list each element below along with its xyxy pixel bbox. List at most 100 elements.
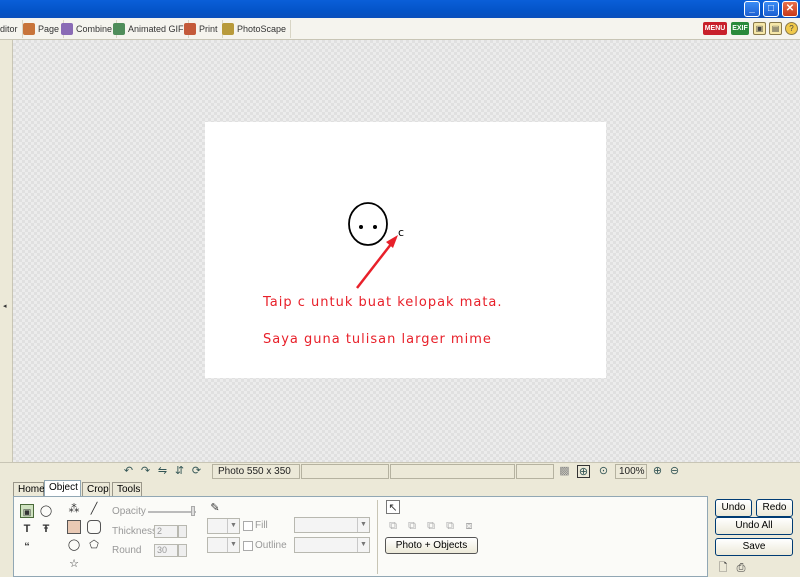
chevron-down-icon: ▼ bbox=[227, 538, 239, 552]
refresh-icon[interactable]: ⟳ bbox=[190, 465, 203, 478]
quote-icon[interactable]: “ bbox=[20, 540, 34, 554]
minimize-button[interactable]: _ bbox=[744, 1, 760, 17]
opacity-slider[interactable] bbox=[148, 511, 196, 513]
outline-color-combo[interactable]: ▼ bbox=[207, 537, 240, 553]
round-spinner[interactable] bbox=[178, 544, 187, 557]
left-eye bbox=[359, 225, 363, 229]
outline-label: Outline bbox=[255, 540, 287, 551]
title-bar: _ □ ✕ bbox=[0, 0, 800, 18]
send-back-icon[interactable]: ⧉ bbox=[405, 519, 419, 533]
tab-object[interactable]: Object bbox=[44, 480, 81, 497]
thickness-input[interactable]: 2 bbox=[154, 525, 178, 538]
right-eye bbox=[373, 225, 377, 229]
ungroup-icon[interactable]: ⧈ bbox=[462, 519, 476, 533]
status-field-3 bbox=[390, 464, 515, 479]
outline-style-combo[interactable]: ▼ bbox=[294, 537, 370, 553]
rotate-left-icon[interactable]: ↶ bbox=[122, 465, 135, 478]
collapse-arrow-icon[interactable]: ◂ bbox=[3, 302, 7, 310]
text-style-icon[interactable]: Ŧ bbox=[39, 522, 53, 536]
text-tool-icon[interactable]: T bbox=[20, 522, 34, 536]
rectangle-tool-icon[interactable] bbox=[67, 520, 81, 534]
opacity-slider-thumb[interactable] bbox=[191, 506, 195, 516]
printer-icon[interactable]: ⎙ bbox=[734, 561, 748, 575]
photo-canvas[interactable]: c Taip c untuk buat kelopak mata. Saya g… bbox=[205, 122, 606, 378]
zoom-out-icon[interactable]: ⊖ bbox=[668, 465, 681, 478]
tab-print-label: Print bbox=[199, 24, 218, 34]
window-icon[interactable]: ▤ bbox=[769, 22, 782, 35]
annotation-arrow-head bbox=[386, 235, 398, 248]
zoom-actual-icon[interactable]: ⊙ bbox=[597, 465, 610, 478]
page-icon bbox=[23, 23, 35, 35]
fill-checkbox[interactable] bbox=[243, 521, 253, 531]
print-icon bbox=[184, 23, 196, 35]
save-button[interactable]: Save bbox=[715, 538, 793, 556]
instruction-text-1: Taip c untuk buat kelopak mata. bbox=[263, 295, 503, 310]
close-button[interactable]: ✕ bbox=[782, 1, 798, 17]
eyedropper-icon[interactable]: ✎ bbox=[208, 501, 222, 515]
tab-home[interactable]: Home bbox=[13, 482, 45, 497]
exif-button[interactable]: EXIF bbox=[731, 22, 749, 35]
panel-divider bbox=[377, 500, 378, 574]
star-tool-icon[interactable]: ☆ bbox=[67, 557, 81, 571]
polygon-tool-icon[interactable]: ⬠ bbox=[87, 538, 101, 552]
thickness-label: Thickness bbox=[112, 526, 158, 537]
photo-object-icon[interactable]: ▣ bbox=[20, 504, 34, 518]
bottom-panel: Home Object Crop Tools ▣ ◯ T Ŧ “ ⁂ ╱ ◯ ⬠… bbox=[0, 479, 800, 577]
round-input[interactable]: 30 bbox=[154, 544, 178, 557]
magic-wand-icon[interactable]: ⁂ bbox=[67, 502, 81, 516]
chevron-down-icon: ▼ bbox=[357, 538, 369, 552]
flip-vertical-icon[interactable]: ⇵ bbox=[173, 465, 186, 478]
eyelid-c-char: c bbox=[398, 226, 404, 239]
select-pointer-icon[interactable]: ↖ bbox=[386, 500, 400, 514]
folder-icon[interactable]: ▣ bbox=[753, 22, 766, 35]
maximize-button[interactable]: □ bbox=[763, 1, 779, 17]
bring-forward-icon[interactable]: ⧉ bbox=[424, 519, 438, 533]
new-file-icon[interactable]: 🗋 bbox=[716, 561, 730, 575]
round-label: Round bbox=[112, 545, 142, 556]
tab-animated-gif[interactable]: Animated GIF bbox=[109, 20, 189, 38]
object-panel: ▣ ◯ T Ŧ “ ⁂ ╱ ◯ ⬠ ☆ Opacity Thickness 2 … bbox=[13, 496, 708, 577]
photo-objects-button[interactable]: Photo + Objects bbox=[385, 537, 478, 554]
tab-crop[interactable]: Crop bbox=[82, 482, 110, 497]
outline-checkbox[interactable] bbox=[243, 541, 253, 551]
zoom-fit-icon[interactable]: ⊕ bbox=[577, 465, 590, 478]
help-icon[interactable]: ? bbox=[785, 22, 798, 35]
status-bar: ↶ ↷ ⇋ ⇵ ⟳ Photo 550 x 350 ▩ ⊕ ⊙ 100% ⊕ ⊖ bbox=[0, 462, 800, 479]
menu-button[interactable]: MENU bbox=[703, 22, 727, 35]
zoom-in-icon[interactable]: ⊕ bbox=[651, 465, 664, 478]
photoscape-icon bbox=[222, 23, 234, 35]
bring-front-icon[interactable]: ⧉ bbox=[386, 519, 400, 533]
undo-button[interactable]: Undo bbox=[715, 499, 752, 517]
rotate-right-icon[interactable]: ↷ bbox=[139, 465, 152, 478]
status-field-2 bbox=[301, 464, 389, 479]
tab-print[interactable]: Print bbox=[180, 20, 223, 38]
chevron-down-icon: ▼ bbox=[357, 518, 369, 532]
chevron-down-icon: ▼ bbox=[227, 519, 239, 533]
thickness-spinner[interactable] bbox=[178, 525, 187, 538]
tab-photoscape[interactable]: PhotoScape bbox=[218, 20, 292, 38]
annotation-arrow-line bbox=[356, 238, 396, 289]
fill-color-combo[interactable]: ▼ bbox=[207, 518, 240, 534]
redo-button[interactable]: Redo bbox=[756, 499, 793, 517]
tab-editor-label: ditor bbox=[0, 24, 18, 34]
flip-horizontal-icon[interactable]: ⇋ bbox=[156, 465, 169, 478]
instruction-text-2: Saya guna tulisan larger mime bbox=[263, 332, 492, 347]
fill-style-combo[interactable]: ▼ bbox=[294, 517, 370, 533]
status-field-4 bbox=[516, 464, 554, 479]
tab-combine-label: Combine bbox=[76, 24, 113, 34]
zoom-level: 100% bbox=[615, 464, 647, 479]
module-tab-strip: ditor Page Combine Animated GIF Print Ph… bbox=[0, 18, 800, 40]
left-collapse-panel[interactable]: ◂ bbox=[0, 40, 13, 462]
opacity-label: Opacity bbox=[112, 506, 146, 517]
speech-balloon-icon[interactable]: ◯ bbox=[39, 504, 53, 518]
tab-photoscape-label: PhotoScape bbox=[237, 24, 287, 34]
face-outline bbox=[348, 202, 388, 246]
checker-icon[interactable]: ▩ bbox=[558, 465, 571, 478]
ellipse-tool-icon[interactable]: ◯ bbox=[67, 538, 81, 552]
line-tool-icon[interactable]: ╱ bbox=[87, 502, 101, 516]
undo-all-button[interactable]: Undo All bbox=[715, 517, 793, 535]
tab-page-label: Page bbox=[38, 24, 60, 34]
tab-tools[interactable]: Tools bbox=[112, 482, 142, 497]
send-backward-icon[interactable]: ⧉ bbox=[443, 519, 457, 533]
rounded-rect-icon[interactable] bbox=[87, 520, 101, 534]
